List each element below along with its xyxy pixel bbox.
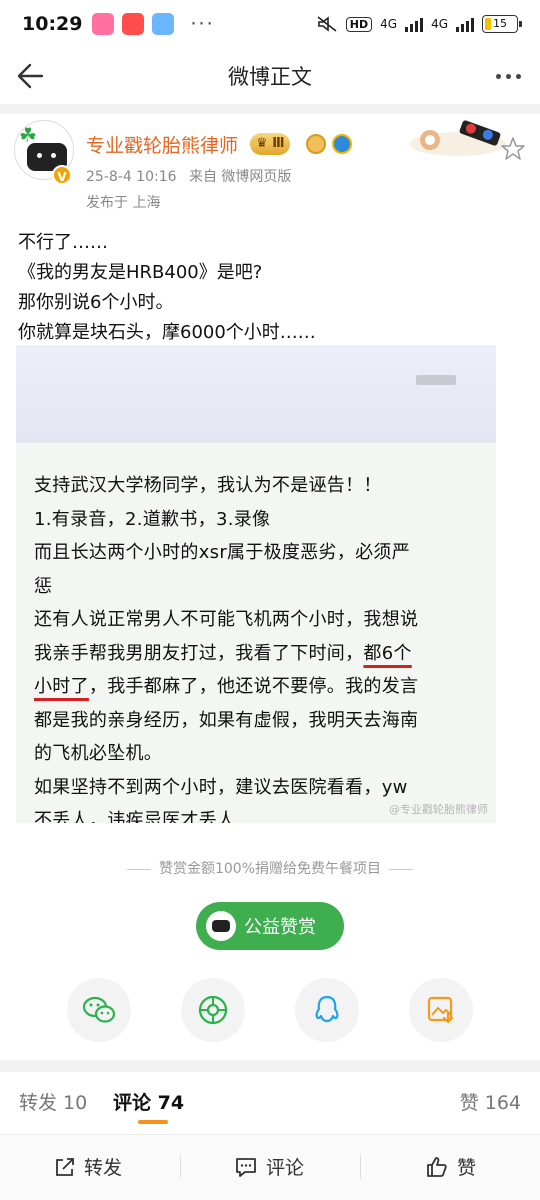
signal-icon — [405, 16, 424, 32]
post-source: 来自 微博网页版 — [188, 169, 292, 185]
signal-icon — [456, 16, 474, 32]
decoration-card-icon[interactable] — [408, 118, 508, 158]
wechat-icon — [82, 996, 116, 1023]
tab-likes[interactable]: 赞 164 — [460, 1088, 521, 1115]
verified-badge-icon: V — [52, 165, 72, 185]
favorite-star-icon[interactable] — [500, 136, 526, 162]
qq-icon — [315, 995, 339, 1023]
post-tabs: 转发 10 评论 74 赞 164 — [0, 1072, 540, 1132]
post-location: 发布于 上海 — [86, 195, 161, 211]
tab-repost[interactable]: 转发 10 — [19, 1088, 87, 1115]
bottom-action-bar: 转发 评论 赞 — [0, 1134, 540, 1200]
repost-button[interactable]: 转发 — [54, 1153, 122, 1180]
like-button[interactable]: 赞 — [425, 1153, 476, 1180]
comment-label: 评论 — [266, 1157, 305, 1179]
repost-icon — [56, 1157, 74, 1176]
image-text-line: 1.有录音，2.道歉书，3.录像 — [34, 508, 271, 530]
reward-button-label: 公益赞赏 — [244, 917, 316, 938]
nav-bar: 微博正文 — [0, 48, 540, 104]
divider — [0, 104, 540, 114]
post-image[interactable]: 支持武汉大学杨同学，我认为不是诬告！！ 1.有录音，2.道歉书，3.录像 而且长… — [16, 345, 496, 823]
share-qq-button[interactable] — [295, 978, 359, 1042]
post-text-line: 你就算是块石头，摩6000个小时…… — [18, 322, 316, 343]
charity-reward-button[interactable]: 公益赞赏 — [196, 902, 344, 950]
author-name[interactable]: 专业戳轮胎熊律师 — [86, 131, 238, 158]
app-notification-icon — [152, 13, 175, 35]
post-text-line: 那你别说6个小时。 — [18, 292, 174, 313]
image-text-line: 我亲手帮我男朋友打过，我看了下时间，都6个 — [34, 637, 496, 671]
save-image-button[interactable] — [409, 978, 473, 1042]
medal-icon[interactable] — [306, 134, 326, 154]
image-text-line: 如果坚持不到两个小时，建议去医院看看，yw — [34, 776, 408, 798]
share-row — [0, 978, 540, 1044]
network-label: 4G — [431, 17, 448, 31]
image-text-line: 还有人说正常男人不可能飞机两个小时，我想说 — [34, 609, 419, 630]
image-text-line: 的飞机必坠机。 — [34, 743, 163, 764]
image-header-strip — [16, 345, 496, 443]
post-date: 25-8-4 10:16 — [86, 169, 177, 185]
image-text-line: 都是我的亲身经历，如果有虚假，我明天去海南 — [34, 709, 419, 731]
active-tab-indicator — [138, 1120, 168, 1124]
highlighted-text: 小时了 — [34, 676, 89, 697]
repost-label: 转发 — [84, 1157, 123, 1179]
network-label: 4G — [380, 17, 398, 31]
image-text-line: 小时了，我手都麻了，他还说不要停。我的发言 — [34, 670, 496, 704]
status-time: 10:29 — [22, 13, 83, 35]
status-bar: 10:29 ··· HD 4G 4G 15 — [0, 0, 540, 48]
member-level-badge[interactable]: ♛ Ⅲ — [250, 133, 291, 155]
moments-icon — [198, 995, 228, 1025]
image-watermark: @专业戳轮胎熊律师 — [389, 803, 488, 816]
reward-note-text: 赞赏金额100%捐赠给免费午餐项目 — [158, 861, 382, 877]
separator — [360, 1155, 361, 1179]
more-options-button[interactable] — [488, 56, 528, 96]
hd-badge: HD — [345, 16, 373, 32]
separator — [180, 1155, 181, 1179]
share-moments-button[interactable] — [181, 978, 245, 1042]
post-body: 不行了…… 《我的男友是HRB400》是吧? 那你别说6个小时。 你就算是块石头… — [18, 228, 522, 348]
app-notification-icon — [122, 13, 145, 35]
reward-note: 赞赏金额100%捐赠给免费午餐项目 — [0, 858, 540, 878]
image-text-line: 而且长达两个小时的xsr属于极度恶劣，必须严 — [34, 542, 411, 563]
like-label: 赞 — [457, 1157, 477, 1179]
post-text-line: 不行了…… — [18, 232, 108, 253]
post-meta: 25-8-4 10:16 来自 微博网页版 — [86, 166, 299, 186]
battery-icon: 15 — [482, 15, 522, 33]
comment-icon — [236, 1157, 256, 1177]
thumbs-up-icon — [427, 1156, 447, 1177]
image-text-line: 支持武汉大学杨同学，我认为不是诬告！！ — [34, 475, 382, 496]
image-text-line: 惩 — [34, 575, 53, 597]
mute-icon — [317, 16, 337, 32]
globe-badge-icon[interactable] — [332, 134, 352, 154]
page-title: 微博正文 — [228, 65, 312, 89]
back-arrow-icon[interactable] — [12, 56, 52, 96]
image-text: 支持武汉大学杨同学，我认为不是诬告！！ 1.有录音，2.道歉书，3.录像 而且长… — [34, 469, 496, 823]
image-download-icon — [427, 996, 454, 1024]
share-wechat-button[interactable] — [67, 978, 131, 1042]
highlighted-text: 都6个 — [363, 642, 412, 664]
image-text-segment: ，我手都麻了，他还说不要停。我的发言 — [88, 676, 419, 697]
post-text-line: 《我的男友是HRB400》是吧? — [18, 262, 263, 283]
app-notification-icon — [92, 13, 115, 35]
comment-button[interactable]: 评论 — [234, 1153, 304, 1180]
reward-avatar-icon — [206, 911, 236, 941]
level-label: Ⅲ — [272, 136, 285, 151]
image-text-segment: 我亲手帮我男朋友打过，我看了下时间， — [34, 642, 364, 664]
tab-comments[interactable]: 评论 74 — [113, 1088, 184, 1115]
divider — [0, 1060, 540, 1072]
more-notifications-icon: ··· — [190, 13, 215, 35]
